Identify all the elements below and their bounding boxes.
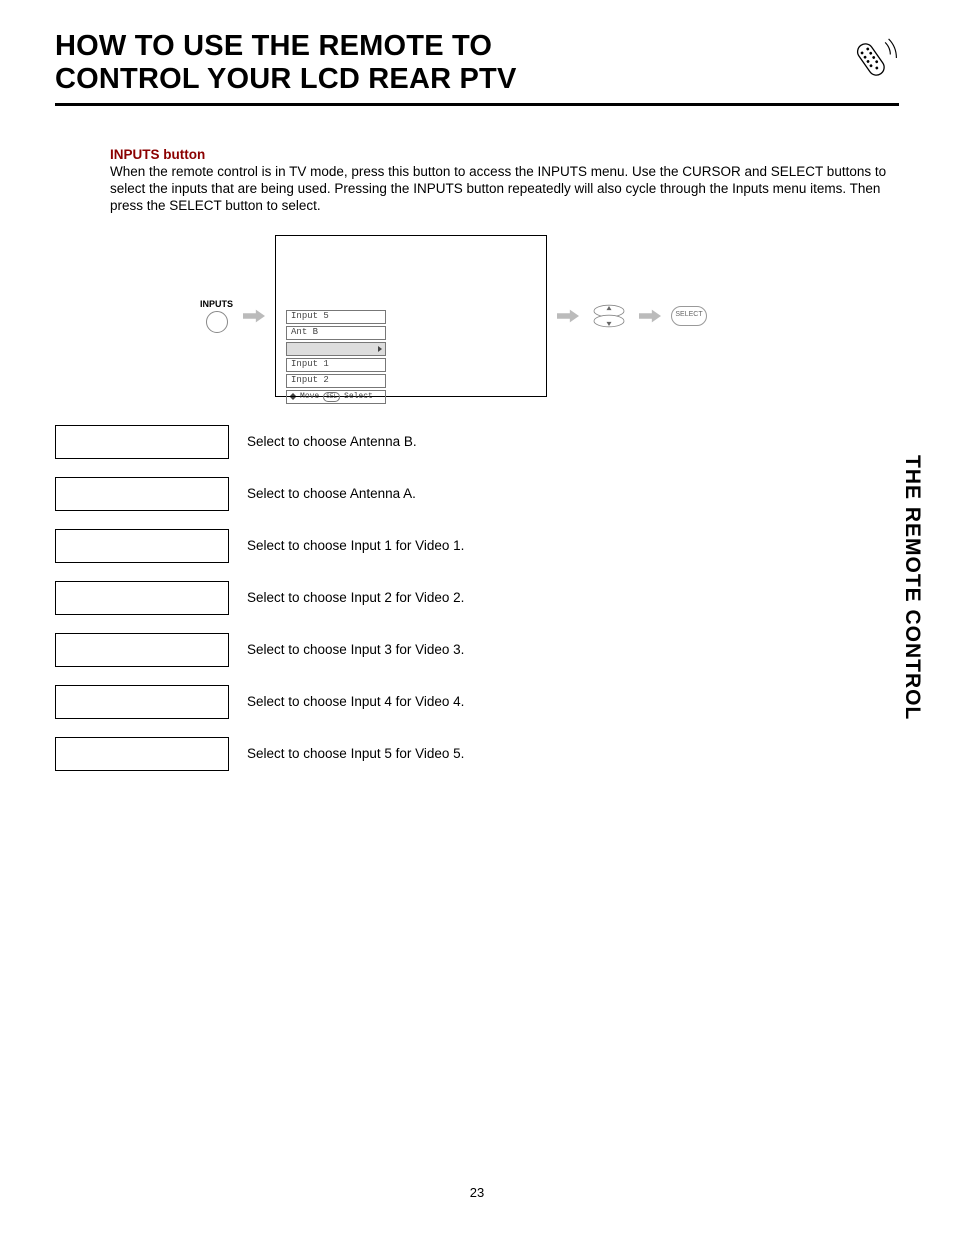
title-line-2: CONTROL YOUR LCD REAR PTV xyxy=(55,63,517,95)
option-desc: Select to choose Input 1 for Video 1. xyxy=(247,538,464,553)
osd-menu: Input 5 Ant B Input 1 Input 2 Move SEL Sele… xyxy=(286,310,386,404)
osd-row: Input 1 xyxy=(286,358,386,372)
option-box xyxy=(55,425,229,459)
section-heading: INPUTS button xyxy=(110,147,205,162)
arrow-right-icon xyxy=(557,309,579,323)
osd-legend: Move SEL Select xyxy=(286,390,386,404)
arrow-right-icon xyxy=(639,309,661,323)
header-rule xyxy=(55,103,899,106)
page-title: HOW TO USE THE REMOTE TO CONTROL YOUR LC… xyxy=(55,30,517,97)
osd-row xyxy=(286,342,386,356)
option-row: Select to choose Antenna A. xyxy=(55,477,899,511)
inputs-button-label: INPUTS xyxy=(200,299,233,311)
option-row: Select to choose Input 4 for Video 4. xyxy=(55,685,899,719)
option-row: Select to choose Antenna B. xyxy=(55,425,899,459)
osd-row-label: Input 5 xyxy=(291,312,329,321)
option-desc: Select to choose Input 2 for Video 2. xyxy=(247,590,464,605)
option-box xyxy=(55,737,229,771)
option-box xyxy=(55,633,229,667)
option-row: Select to choose Input 3 for Video 3. xyxy=(55,633,899,667)
osd-row-label: Input 1 xyxy=(291,360,329,369)
option-box xyxy=(55,685,229,719)
option-row: Select to choose Input 2 for Video 2. xyxy=(55,581,899,615)
osd-legend-move: Move xyxy=(300,393,319,401)
options-list: Select to choose Antenna B. Select to cho… xyxy=(55,425,899,771)
osd-legend-select: Select xyxy=(344,393,373,401)
option-box xyxy=(55,581,229,615)
option-row: Select to choose Input 5 for Video 5. xyxy=(55,737,899,771)
option-desc: Select to choose Input 3 for Video 3. xyxy=(247,642,464,657)
select-button-label: SELECT xyxy=(675,311,702,320)
option-desc: Select to choose Antenna B. xyxy=(247,434,417,449)
side-tab: THE REMOTE CONTROL xyxy=(900,455,924,720)
osd-row-label: Ant B xyxy=(291,328,318,337)
option-box xyxy=(55,477,229,511)
option-desc: Select to choose Input 5 for Video 5. xyxy=(247,746,464,761)
arrow-right-icon xyxy=(243,309,265,323)
flow-diagram: INPUTS Input 5Ant BInput 1Input 2 Move S… xyxy=(200,235,889,397)
inputs-button: INPUTS xyxy=(200,299,233,333)
title-line-1: HOW TO USE THE REMOTE TO xyxy=(55,30,492,62)
option-desc: Select to choose Antenna A. xyxy=(247,486,416,501)
osd-row: Ant B xyxy=(286,326,386,340)
option-row: Select to choose Input 1 for Video 1. xyxy=(55,529,899,563)
option-desc: Select to choose Input 4 for Video 4. xyxy=(247,694,464,709)
osd-legend-sel: SEL xyxy=(323,392,340,402)
option-box xyxy=(55,529,229,563)
remote-icon xyxy=(847,32,899,84)
tv-screen: Input 5Ant BInput 1Input 2 Move SEL Sele… xyxy=(275,235,547,397)
section-body: When the remote control is in TV mode, p… xyxy=(110,164,886,214)
select-button-icon: SELECT xyxy=(671,306,707,326)
page-number: 23 xyxy=(0,1185,954,1200)
osd-row: Input 2 xyxy=(286,374,386,388)
osd-row-label: Input 2 xyxy=(291,376,329,385)
cursor-pad-icon xyxy=(589,302,629,330)
osd-row: Input 5 xyxy=(286,310,386,324)
